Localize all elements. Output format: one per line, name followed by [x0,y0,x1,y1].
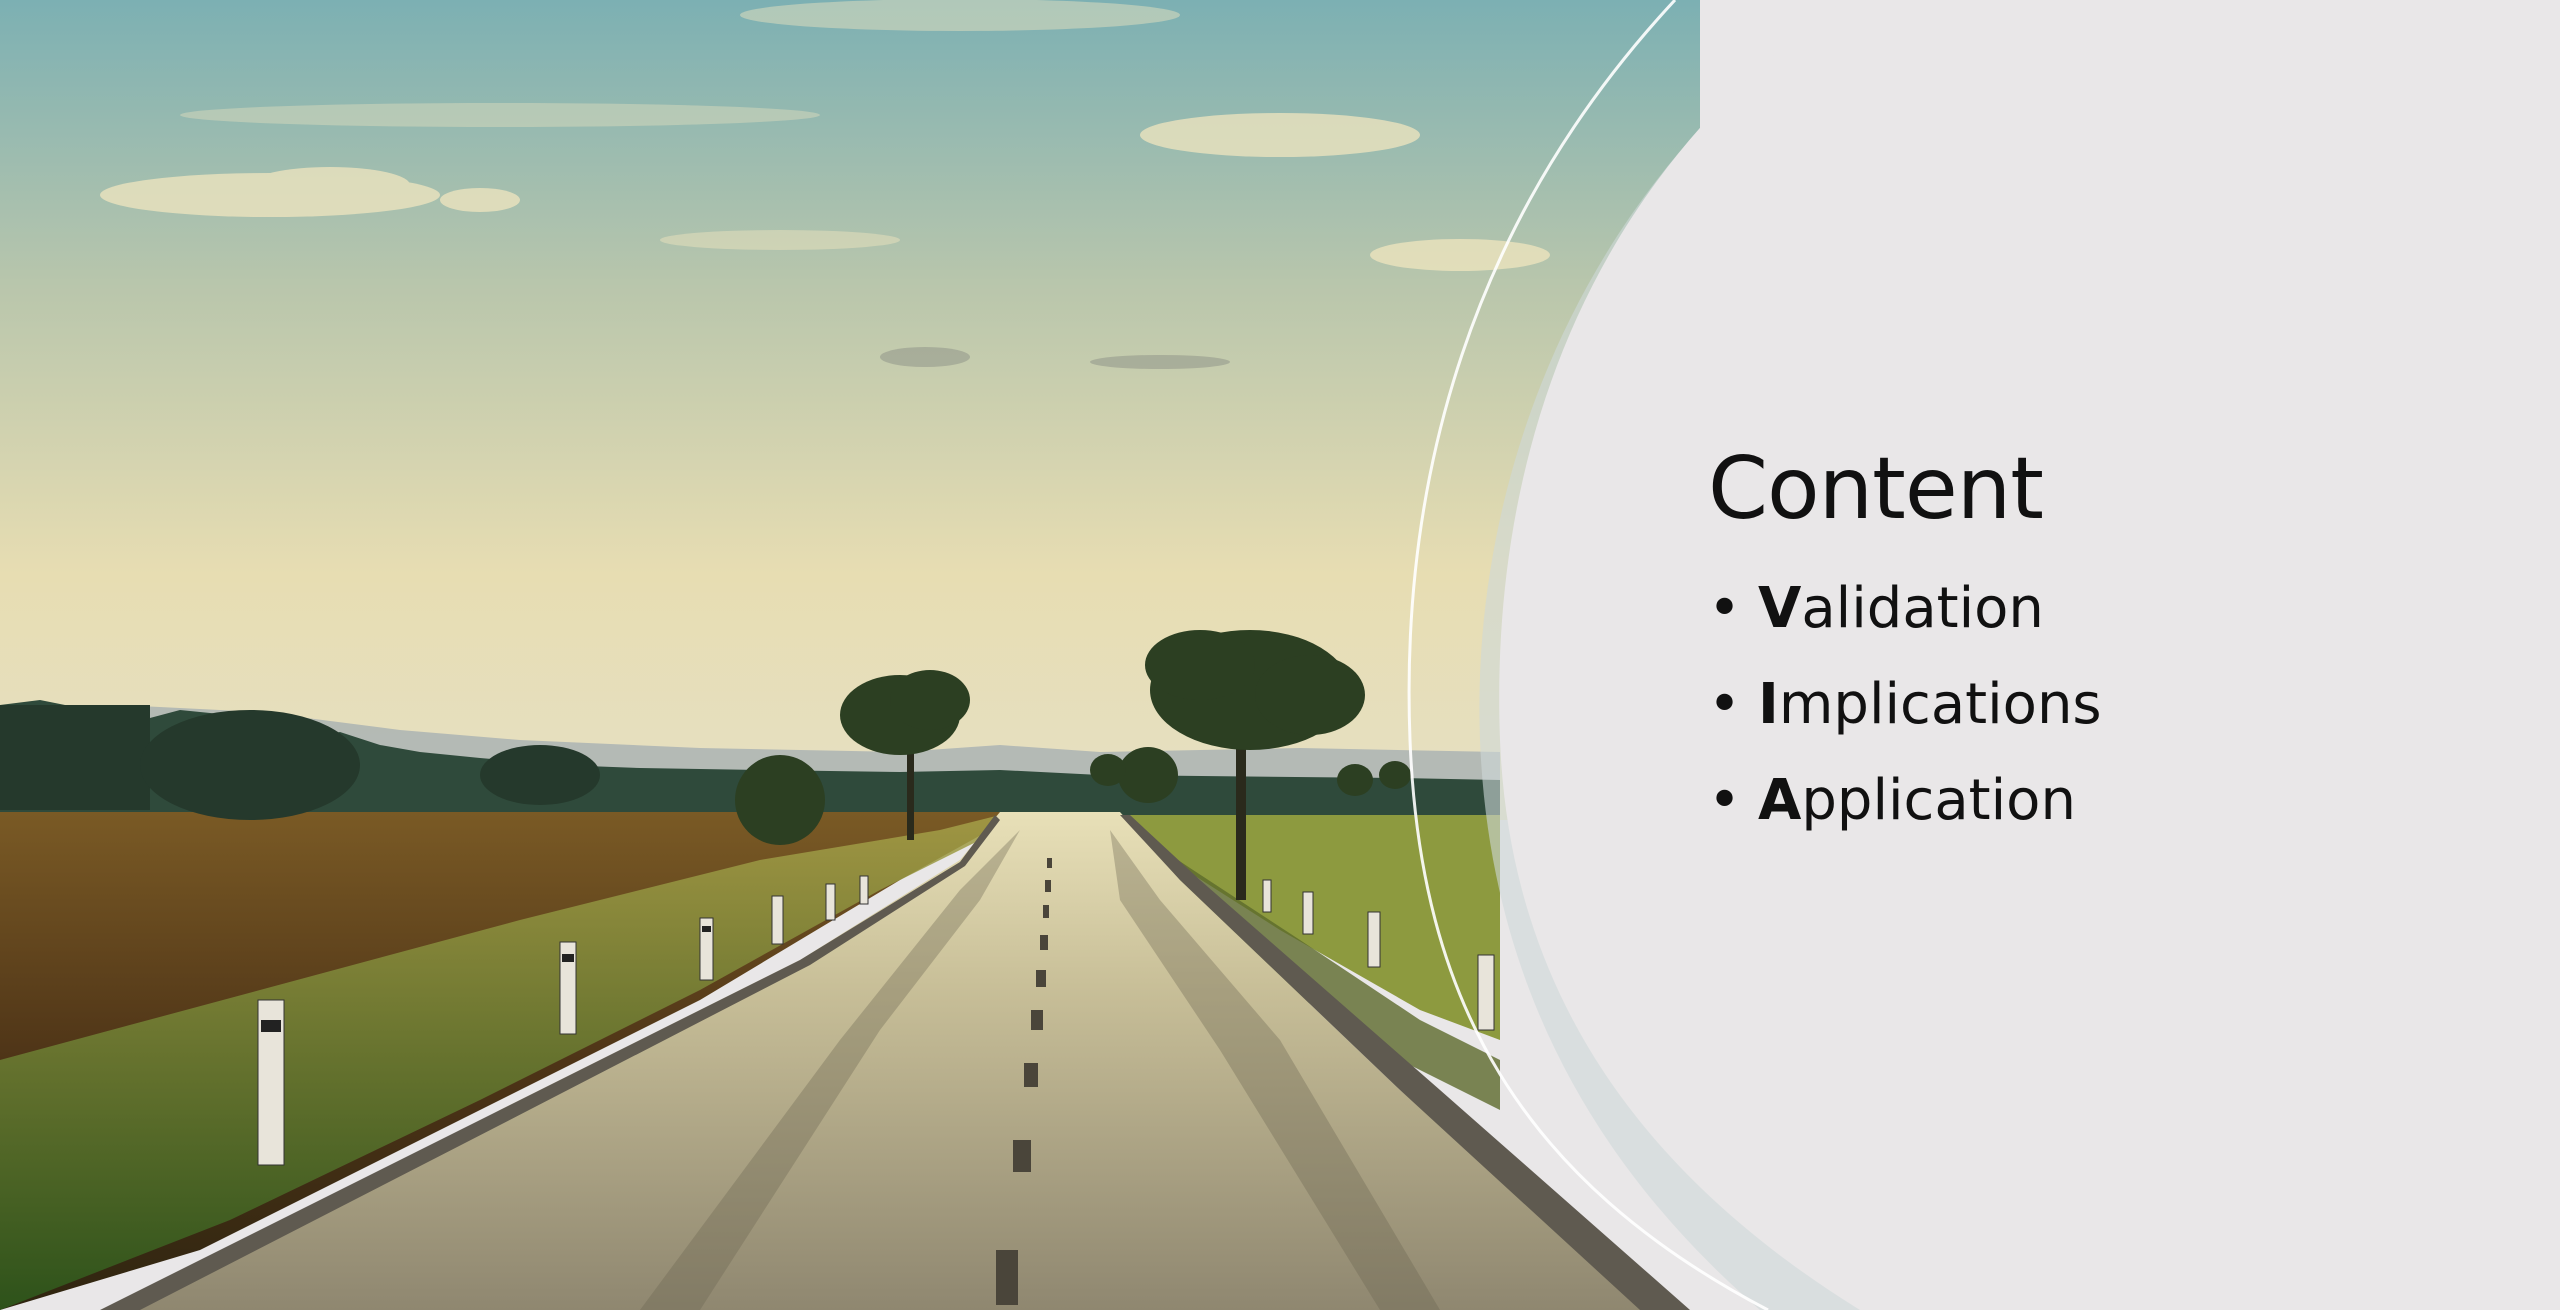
bullet-item-application: • Application [1708,753,2468,849]
bullet-initial: I [1758,671,1779,737]
bullet-dot-icon: • [1708,767,1742,833]
bullet-initial: V [1758,575,1802,641]
bullet-initial: A [1758,767,1802,833]
bullet-dot-icon: • [1708,671,1742,737]
bullet-text: pplication [1801,767,2076,833]
bullet-text: mplications [1778,671,2102,737]
bullet-item-implications: • Implications [1708,657,2468,753]
bullet-list: • Validation • Implications • Application [1708,561,2468,849]
bullet-text: alidation [1801,575,2044,641]
bullet-item-validation: • Validation [1708,561,2468,657]
slide-title: Content [1708,439,2044,539]
bullet-dot-icon: • [1708,575,1742,641]
content-panel: Content • Validation • Implications • Appli… [1708,440,2468,849]
